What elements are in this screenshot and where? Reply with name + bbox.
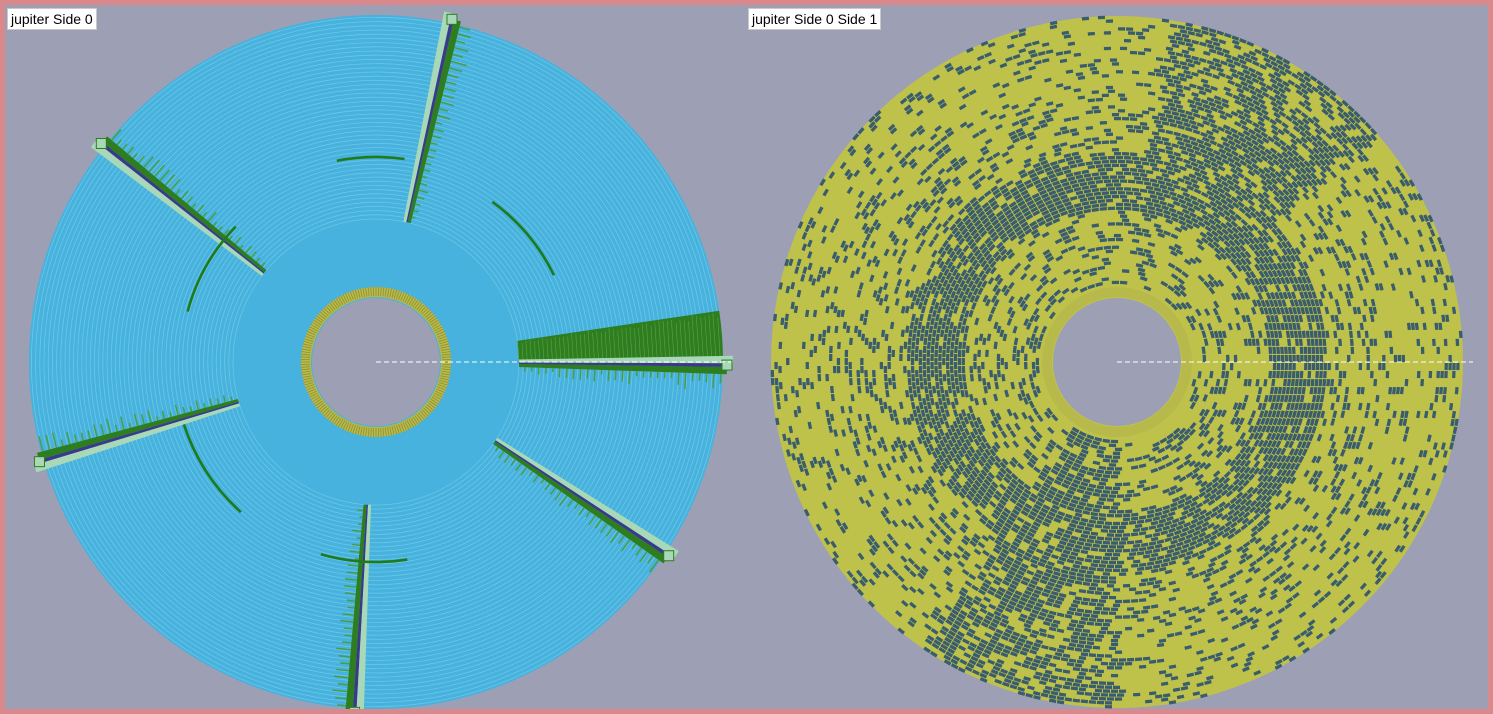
disk-surface-side-0[interactable] [5, 5, 745, 709]
panel-title-side-0: jupiter Side 0 [7, 8, 97, 30]
viewer-frame: jupiter Side 0 jupiter Side 0 Side 1 [5, 5, 1488, 709]
panel-title-side-1: jupiter Side 0 Side 1 [748, 8, 882, 30]
disk-view-side-1[interactable]: jupiter Side 0 Side 1 [745, 5, 1488, 709]
disk-view-side-0[interactable]: jupiter Side 0 [5, 5, 745, 709]
disk-surface-side-1[interactable] [745, 5, 1488, 709]
